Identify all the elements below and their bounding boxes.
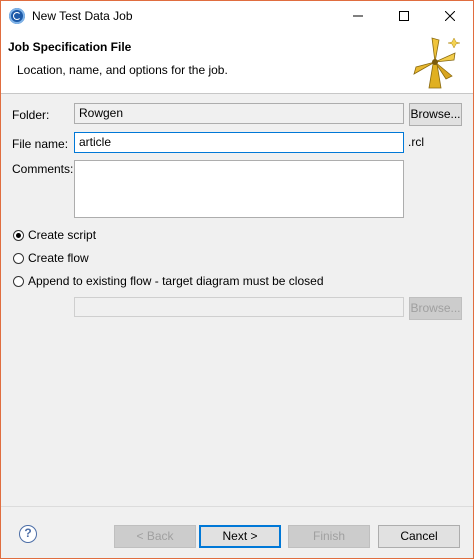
window-title: New Test Data Job	[32, 9, 133, 23]
radio-create-script[interactable]	[13, 229, 24, 241]
page-title: Job Specification File	[8, 40, 132, 54]
append-flow-label: Append to existing flow - target diagram…	[28, 274, 324, 288]
flow-path-field	[74, 297, 404, 317]
title-bar: New Test Data Job	[1, 1, 473, 31]
create-flow-option[interactable]: Create flow	[13, 251, 89, 265]
close-button[interactable]	[427, 1, 473, 31]
page-description: Location, name, and options for the job.	[17, 63, 228, 77]
minimize-button[interactable]	[335, 1, 381, 31]
file-suffix: .rcl	[408, 135, 424, 149]
finish-button: Finish	[288, 525, 370, 548]
comments-textarea[interactable]	[74, 160, 404, 218]
footer-separator	[1, 506, 473, 507]
radio-create-flow[interactable]	[13, 252, 24, 264]
create-script-label: Create script	[28, 228, 97, 242]
flow-browse-button: Browse...	[409, 297, 462, 320]
append-flow-option[interactable]: Append to existing flow - target diagram…	[13, 274, 324, 288]
help-icon[interactable]: ?	[19, 525, 37, 543]
file-name-input[interactable]: article	[74, 132, 404, 153]
wizard-window: New Test Data Job Job Specification File…	[0, 0, 474, 559]
folder-label: Folder:	[12, 108, 50, 122]
next-button[interactable]: Next >	[199, 525, 281, 548]
app-logo-icon	[9, 8, 25, 24]
windmill-icon	[408, 34, 464, 90]
back-button: < Back	[114, 525, 196, 548]
folder-field[interactable]: Rowgen	[74, 103, 404, 124]
create-script-option[interactable]: Create script	[13, 228, 96, 242]
close-icon	[445, 11, 455, 21]
create-flow-label: Create flow	[28, 251, 89, 265]
minimize-icon	[353, 15, 363, 17]
wizard-banner: Job Specification File Location, name, a…	[1, 31, 473, 94]
file-name-label: File name:	[12, 137, 69, 151]
folder-browse-button[interactable]: Browse...	[409, 103, 462, 126]
comments-label: Comments:	[12, 162, 74, 176]
maximize-icon	[399, 11, 409, 21]
cancel-button[interactable]: Cancel	[378, 525, 460, 548]
maximize-button[interactable]	[381, 1, 427, 31]
radio-append-flow[interactable]	[13, 275, 24, 287]
